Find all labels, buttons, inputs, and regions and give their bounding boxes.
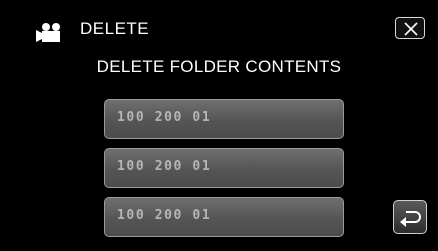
folder-label: 100 200 01 bbox=[117, 208, 212, 223]
folder-item[interactable]: 100 200 01 bbox=[104, 197, 344, 237]
page-title: DELETE bbox=[80, 19, 150, 38]
header-bar: DELETE bbox=[0, 0, 438, 46]
folder-label: 100 200 01 bbox=[117, 159, 212, 174]
folder-list: 100 200 01 100 200 01 100 200 01 bbox=[104, 99, 344, 246]
folder-label: 100 200 01 bbox=[117, 110, 212, 125]
back-button[interactable] bbox=[393, 200, 427, 234]
screen-subtitle: DELETE FOLDER CONTENTS bbox=[96, 57, 342, 76]
folder-item[interactable]: 100 200 01 bbox=[104, 99, 344, 139]
folder-item[interactable]: 100 200 01 bbox=[104, 148, 344, 188]
close-button[interactable] bbox=[395, 17, 425, 39]
video-camera-icon bbox=[35, 22, 65, 44]
